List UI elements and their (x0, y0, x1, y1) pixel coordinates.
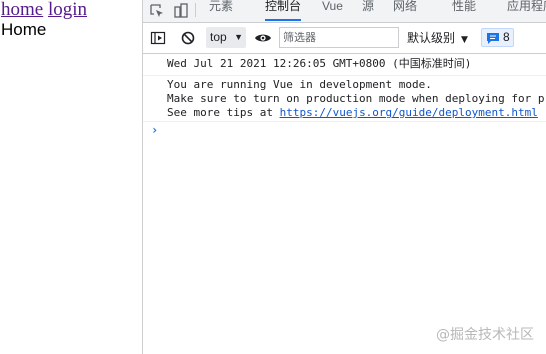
devtools-tabbar: 元素 控制台 Vue 源 网络 性能 应用程序 (143, 0, 546, 23)
app-page: home login Home (0, 0, 142, 354)
console-prompt-chevron-icon[interactable]: › (151, 123, 158, 137)
clear-console-icon[interactable] (179, 28, 197, 48)
log-levels-dropdown[interactable]: 默认级别 ▼ (407, 28, 468, 48)
device-toolbar-icon[interactable] (171, 1, 191, 21)
issues-count: 8 (503, 30, 510, 44)
inspect-element-icon[interactable] (147, 1, 167, 21)
tab-network[interactable]: 网络 (393, 0, 417, 19)
console-message: You are running Vue in development mode.… (143, 75, 546, 122)
tab-sources[interactable]: 源 (362, 0, 374, 19)
console-toolbar: top ▼ 默认级别 ▼ 8 (143, 23, 546, 54)
context-selector[interactable]: top ▼ (206, 27, 246, 48)
message-icon (487, 32, 499, 49)
filter-field[interactable] (279, 27, 399, 48)
deployment-guide-link[interactable]: https://vuejs.org/guide/deployment.html (280, 106, 538, 119)
login-link[interactable]: login (48, 0, 87, 20)
context-value: top (210, 30, 227, 44)
console-line: Make sure to turn on production mode whe… (167, 92, 546, 105)
tabbar-separator (195, 3, 196, 17)
console-line: See more tips at https://vuejs.org/guide… (167, 106, 538, 120)
chevron-down-icon: ▼ (461, 35, 468, 45)
log-levels-label: 默认级别 (407, 31, 456, 45)
page-title: Home (1, 20, 47, 39)
tab-application[interactable]: 应用程序 (507, 0, 546, 19)
home-link[interactable]: home (1, 0, 43, 20)
live-expression-eye-icon[interactable] (253, 28, 273, 48)
tab-performance[interactable]: 性能 (452, 0, 476, 19)
devtools-panel: 元素 控制台 Vue 源 网络 性能 应用程序 top ▼ (143, 0, 546, 354)
filter-input[interactable] (283, 29, 395, 46)
console-text: See more tips at (167, 106, 280, 119)
tab-console[interactable]: 控制台 (265, 0, 302, 21)
issues-counter-button[interactable]: 8 (481, 28, 514, 47)
router-nav: home login (1, 0, 87, 20)
sidebar-toggle-icon[interactable] (149, 28, 167, 48)
tab-vue[interactable]: Vue (322, 0, 343, 19)
watermark: @掘金技术社区 (436, 327, 534, 343)
tab-elements[interactable]: 元素 (209, 0, 233, 19)
console-line: You are running Vue in development mode. (167, 78, 432, 91)
console-timestamp: Wed Jul 21 2021 12:26:05 GMT+0800 (中国标准时… (167, 57, 472, 70)
console-output: Wed Jul 21 2021 12:26:05 GMT+0800 (中国标准时… (143, 54, 546, 354)
chevron-down-icon: ▼ (234, 32, 243, 42)
console-message: Wed Jul 21 2021 12:26:05 GMT+0800 (中国标准时… (143, 54, 546, 76)
